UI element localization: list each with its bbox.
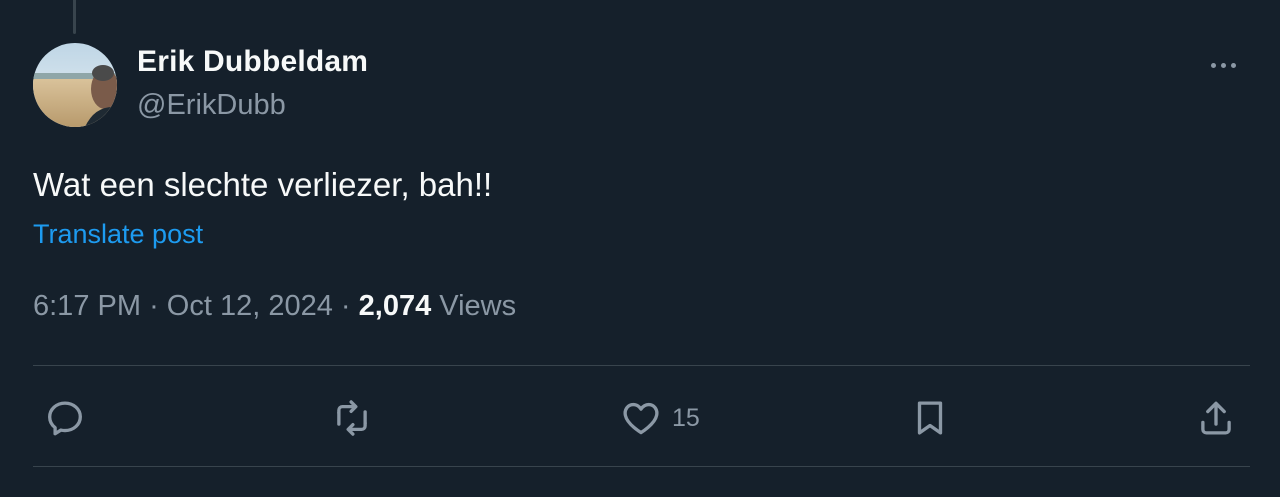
divider-bottom [33, 466, 1250, 467]
meta-separator: · [149, 290, 159, 322]
like-count: 15 [672, 403, 700, 432]
tweet-metadata: 6:17 PM · Oct 12, 2024 · 2,074 Views [33, 290, 516, 323]
thread-connector-line [73, 0, 76, 34]
reply-icon [48, 401, 82, 436]
views-count[interactable]: 2,074 [359, 290, 432, 322]
translate-post-link[interactable]: Translate post [33, 219, 203, 250]
avatar[interactable] [33, 43, 117, 127]
retweet-button[interactable] [331, 396, 373, 440]
views-label: Views [439, 290, 517, 322]
share-button[interactable] [1195, 396, 1237, 440]
reply-button[interactable] [44, 396, 86, 440]
more-options-button[interactable] [1203, 50, 1243, 80]
bookmark-icon [917, 401, 943, 435]
retweet-icon [337, 400, 367, 436]
author-display-name[interactable]: Erik Dubbeldam [137, 45, 368, 79]
heart-icon [623, 402, 659, 435]
tweet-detail: Erik Dubbeldam @ErikDubb Wat een slechte… [0, 0, 1280, 497]
meta-separator: · [340, 290, 351, 322]
more-dot-icon [1220, 62, 1226, 68]
bookmark-button[interactable] [909, 396, 951, 440]
author-handle[interactable]: @ErikDubb [137, 89, 286, 122]
more-dot-icon [1230, 62, 1236, 68]
divider-top [33, 365, 1250, 366]
more-dot-icon [1210, 62, 1216, 68]
avatar-image [33, 43, 117, 127]
share-icon [1201, 401, 1231, 435]
tweet-date[interactable]: Oct 12, 2024 [167, 290, 333, 322]
like-button[interactable]: 15 [620, 396, 700, 440]
tweet-text: Wat een slechte verliezer, bah!! [33, 166, 493, 203]
tweet-time[interactable]: 6:17 PM [33, 290, 141, 322]
